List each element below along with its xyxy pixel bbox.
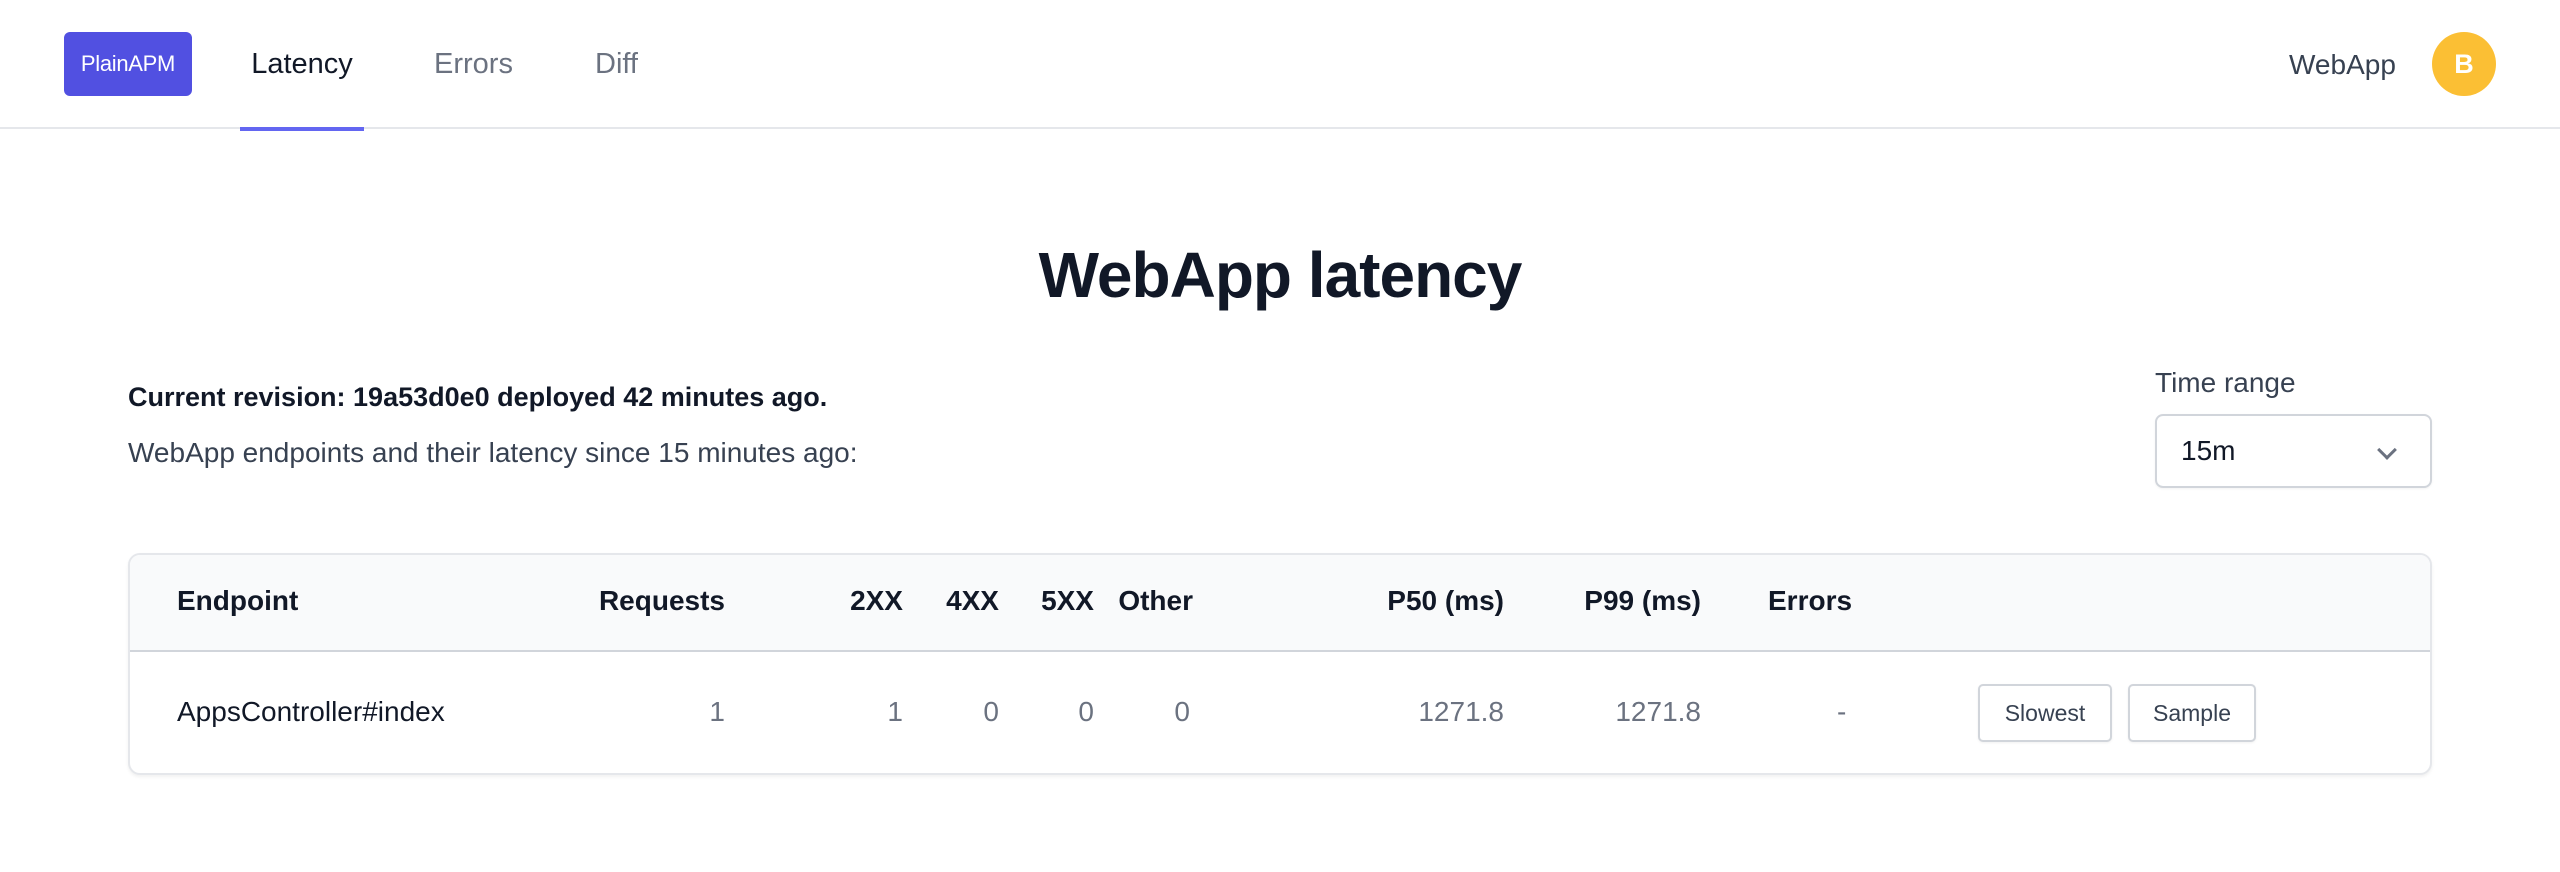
tab-errors[interactable]: Errors [426,0,521,129]
tab-diff[interactable]: Diff [587,0,646,129]
header-other: Other [1118,585,1193,616]
page-description: WebApp endpoints and their latency since… [128,437,858,468]
endpoint-name: AppsController#index [177,696,445,727]
header-5xx: 5XX [1041,585,1094,616]
p99-value: 1271.8 [1615,696,1701,727]
header-errors: Errors [1768,585,1853,616]
header-requests: Requests [598,585,725,616]
slowest-button[interactable]: Slowest [1978,684,2112,742]
header-4xx: 4XX [946,585,999,616]
endpoints-table: Endpoint Requests 2XX 4XX 5XX Other P50 … [128,553,2432,775]
errors-value: - [1837,696,1847,727]
header-endpoint: Endpoint [177,585,299,616]
time-range-label: Time range [2155,367,2296,398]
plainapm-logo[interactable]: PlainAPM [64,32,192,96]
sample-button[interactable]: Sample [2128,684,2256,742]
header-p50: P50 (ms) [1387,585,1504,616]
time-range-value: 15m [2181,435,2236,466]
status-other-count: 0 [1174,696,1190,727]
header-p99: P99 (ms) [1584,585,1701,616]
p50-value: 1271.8 [1418,696,1504,727]
top-navigation: PlainAPM Latency Errors Diff WebApp B [0,0,2560,131]
table-header: Endpoint Requests 2XX 4XX 5XX Other P50 … [130,555,2430,652]
requests-count: 1 [709,696,725,727]
tab-latency[interactable]: Latency [240,0,364,131]
page-title: WebApp latency [1038,239,1523,311]
status-2xx-count: 1 [887,696,903,727]
status-5xx-count: 0 [1078,696,1094,727]
status-4xx-count: 0 [983,696,999,727]
header-2xx: 2XX [850,585,903,616]
table-row: AppsController#index 1 1 0 0 0 1271.8 12… [130,652,2430,773]
chevron-down-icon [2377,440,2397,460]
current-revision: Current revision: 19a53d0e0 deployed 42 … [128,382,828,412]
user-avatar[interactable]: B [2432,32,2496,96]
app-selector[interactable]: WebApp [2289,0,2396,129]
time-range-select[interactable]: 15m [2155,414,2432,488]
